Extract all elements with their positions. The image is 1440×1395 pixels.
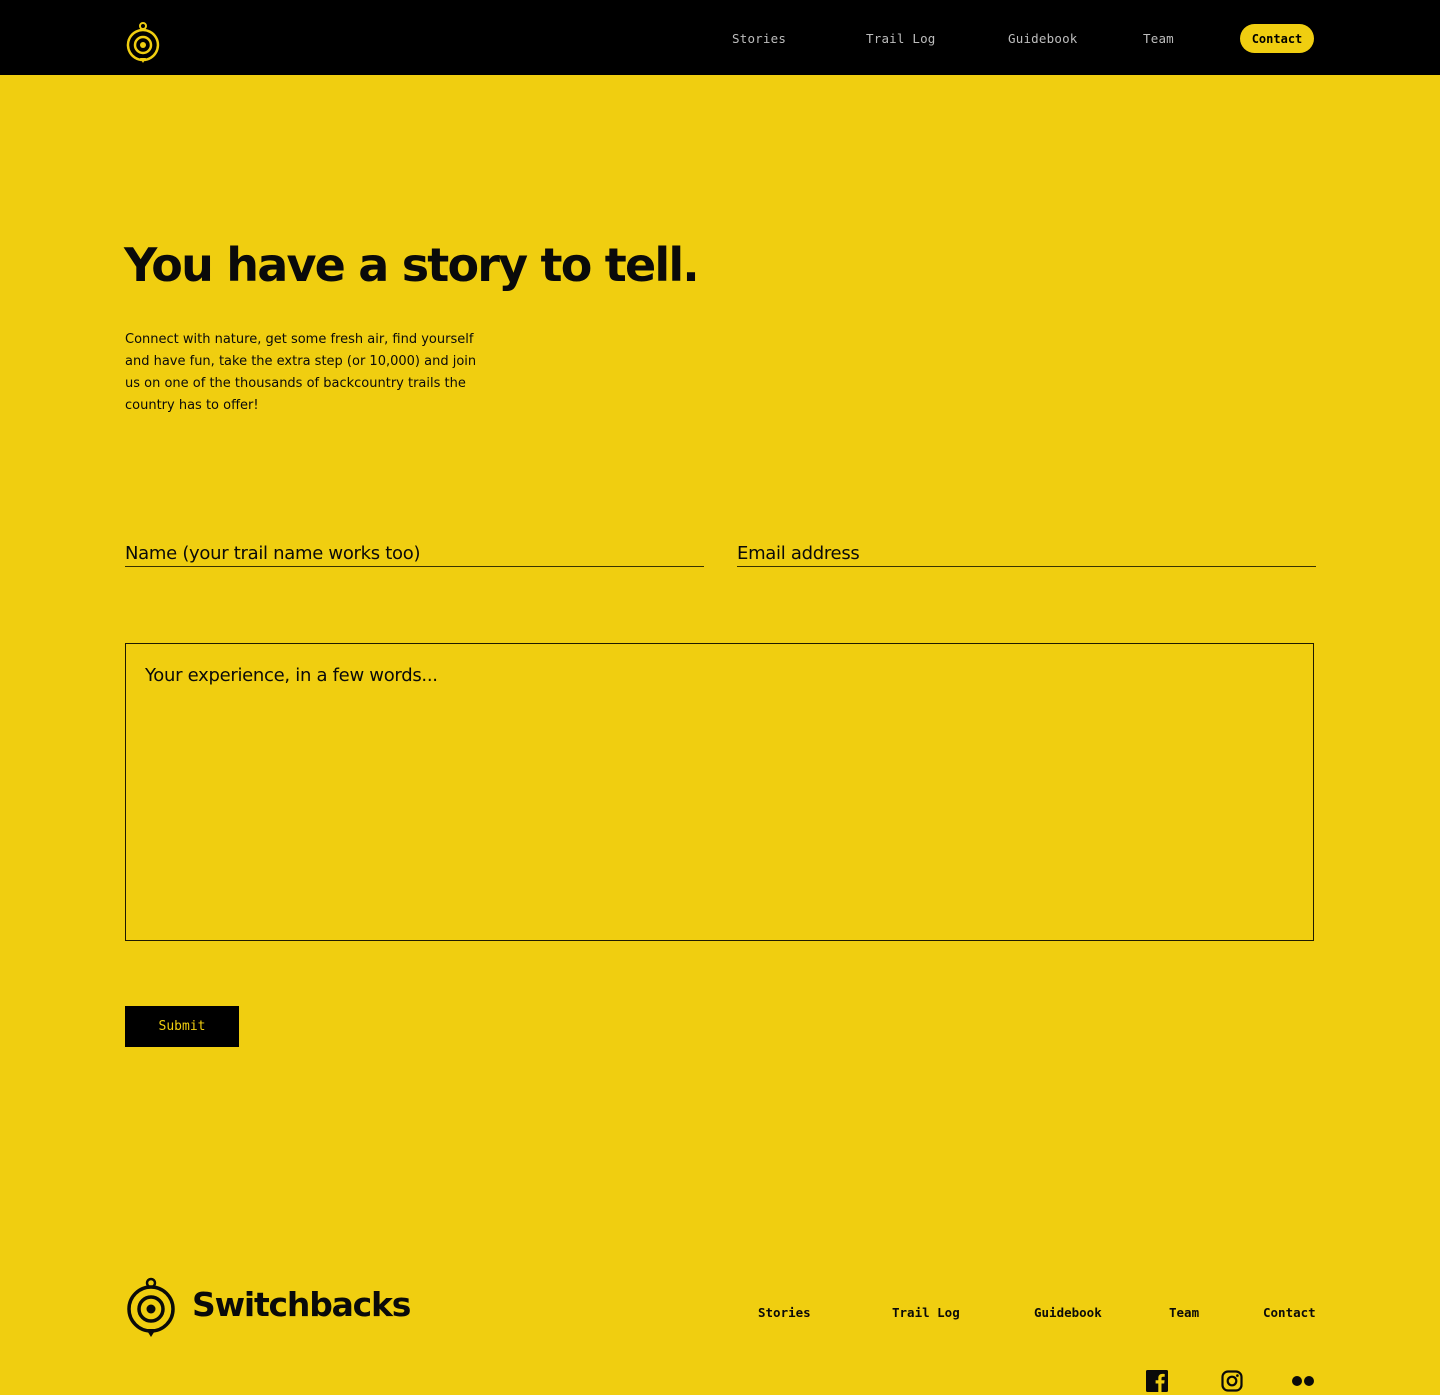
submit-button[interactable]: Submit: [125, 1006, 239, 1047]
page-title: You have a story to tell.: [124, 238, 700, 292]
message-textarea[interactable]: [126, 644, 1313, 940]
brand-name: Switchbacks: [192, 1285, 411, 1324]
footer-link-trail-log[interactable]: Trail Log: [892, 1305, 960, 1320]
nav-link-trail-log[interactable]: Trail Log: [866, 31, 936, 46]
flickr-icon[interactable]: [1291, 1370, 1315, 1392]
nav-link-guidebook[interactable]: Guidebook: [1008, 31, 1078, 46]
name-input[interactable]: [125, 540, 704, 566]
name-field-wrapper: [125, 540, 704, 567]
message-field-wrapper: [125, 643, 1314, 941]
instagram-icon[interactable]: [1221, 1370, 1243, 1392]
footer-link-stories[interactable]: Stories: [758, 1305, 811, 1320]
footer-link-contact[interactable]: Contact: [1263, 1305, 1316, 1320]
facebook-icon[interactable]: [1146, 1370, 1168, 1392]
compass-pin-logo-icon[interactable]: [125, 1276, 177, 1338]
compass-pin-logo-icon[interactable]: [125, 20, 161, 65]
nav-link-team[interactable]: Team: [1143, 31, 1174, 46]
intro-paragraph: Connect with nature, get some fresh air,…: [125, 332, 477, 413]
top-navigation-bar: Stories Trail Log Guidebook Team Contact: [0, 0, 1440, 75]
contact-button[interactable]: Contact: [1240, 24, 1314, 53]
email-input[interactable]: [737, 540, 1316, 566]
footer-link-team[interactable]: Team: [1169, 1305, 1199, 1320]
email-field-wrapper: [737, 540, 1316, 567]
footer-link-guidebook[interactable]: Guidebook: [1034, 1305, 1102, 1320]
nav-link-stories[interactable]: Stories: [732, 31, 786, 46]
